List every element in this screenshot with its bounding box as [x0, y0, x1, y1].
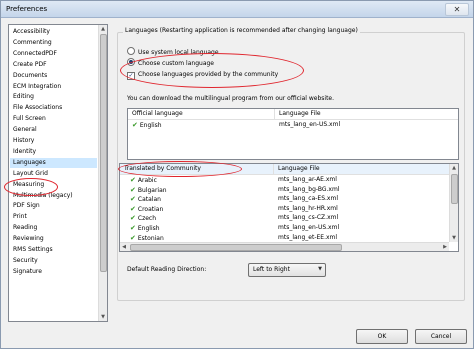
language-name: Arabic: [137, 177, 157, 184]
sidebar-item-general[interactable]: General: [13, 125, 37, 135]
sidebar-item-file-associations[interactable]: File Associations: [13, 103, 62, 113]
check-icon: ✔: [130, 185, 136, 194]
language-name: Estonian: [137, 234, 164, 242]
hscroll-thumb[interactable]: [130, 244, 342, 251]
language-cell: ✔ Bulgarian: [130, 185, 167, 195]
highlight-ellipse-custom-language: [120, 53, 304, 88]
chevron-down-icon[interactable]: ▼: [318, 266, 322, 272]
official-language-list[interactable]: Official language Language File ✔ English…: [127, 108, 459, 160]
window-title: Preferences: [6, 5, 48, 13]
col-official-language[interactable]: Official language: [132, 109, 183, 119]
check-icon: ✔: [130, 233, 136, 242]
sidebar-item-commenting[interactable]: Commenting: [13, 38, 52, 48]
check-icon: ✔: [130, 176, 136, 184]
official-list-header: Official language Language File: [128, 109, 458, 120]
column-divider: [274, 109, 275, 119]
sidebar-item-full-screen[interactable]: Full Screen: [13, 114, 46, 124]
scroll-up-icon[interactable]: ▲: [450, 164, 458, 172]
sidebar-item-languages[interactable]: Languages: [10, 157, 97, 168]
reading-direction-label: Default Reading Direction:: [127, 266, 207, 273]
reading-direction-dropdown[interactable]: Left to Right ▼: [248, 263, 326, 277]
sidebar-item-editing[interactable]: Editing: [13, 92, 34, 102]
scroll-down-icon[interactable]: ▼: [450, 234, 458, 242]
check-icon: ✔: [130, 224, 136, 232]
ok-button[interactable]: OK: [356, 329, 408, 344]
language-name: Croatian: [137, 205, 164, 213]
scroll-down-icon[interactable]: ▼: [99, 313, 107, 321]
language-name: English: [137, 225, 160, 232]
sidebar-item-reviewing[interactable]: Reviewing: [13, 234, 44, 244]
sidebar-item-create-pdf[interactable]: Create PDF: [13, 60, 47, 70]
language-cell: ✔ English: [132, 120, 162, 130]
sidebar-item-documents[interactable]: Documents: [13, 71, 47, 81]
column-divider: [273, 164, 274, 174]
language-file-cell: mts_lang_en-US.xml: [279, 121, 341, 128]
sidebar-item-signature[interactable]: Signature: [13, 267, 42, 277]
language-file-cell: mts_lang_en-US.xml: [278, 224, 340, 231]
title-bar: Preferences ✕: [1, 1, 473, 18]
language-cell: ✔ English: [130, 223, 160, 233]
community-language-row[interactable]: ✔ Croatian mts_lang_hr-HR.xml: [120, 204, 449, 214]
sidebar-item-ecm-integration[interactable]: ECM Integration: [13, 82, 61, 92]
check-icon: ✔: [130, 214, 136, 223]
sidebar-item-print[interactable]: Print: [13, 212, 27, 222]
preferences-window: Preferences ✕ Accessibility Commenting Con…: [0, 0, 474, 349]
sidebar-item-connectedpdf[interactable]: ConnectedPDF: [13, 49, 57, 59]
category-list[interactable]: Accessibility Commenting ConnectedPDF Creat…: [8, 24, 108, 322]
languages-group-label: Languages (Restarting application is rec…: [123, 27, 360, 34]
language-file-cell: mts_lang_bg-BG.xml: [278, 185, 340, 193]
scroll-right-icon[interactable]: ▶: [441, 243, 449, 251]
language-file-cell: mts_lang_ca-ES.xml: [278, 195, 338, 203]
community-language-row[interactable]: ✔ Catalan mts_lang_ca-ES.xml: [120, 194, 449, 204]
community-list-vscroll[interactable]: ▲ ▼: [449, 164, 458, 242]
language-file-cell: mts_lang_hr-HR.xml: [278, 204, 338, 212]
sidebar-item-identity[interactable]: Identity: [13, 147, 36, 157]
highlight-ellipse-community-header: [118, 161, 242, 177]
cancel-button[interactable]: Cancel: [415, 329, 467, 344]
sidebar-item-accessibility[interactable]: Accessibility: [13, 27, 50, 37]
close-button[interactable]: ✕: [445, 3, 469, 16]
language-name: English: [139, 122, 162, 129]
scroll-up-icon[interactable]: ▲: [99, 25, 107, 33]
radio-icon[interactable]: [127, 47, 135, 55]
scroll-thumb[interactable]: [100, 34, 107, 272]
official-language-row[interactable]: ✔ English mts_lang_en-US.xml: [128, 120, 458, 130]
sidebar-item-history[interactable]: History: [13, 136, 34, 146]
language-name: Bulgarian: [137, 186, 167, 194]
community-language-row[interactable]: ✔ Bulgarian mts_lang_bg-BG.xml: [120, 185, 449, 195]
sidebar-item-reading[interactable]: Reading: [13, 223, 37, 233]
col-language-file[interactable]: Language File: [278, 164, 320, 174]
language-cell: ✔ Arabic: [130, 175, 157, 185]
language-cell: ✔ Catalan: [130, 194, 161, 204]
community-language-row[interactable]: ✔ Czech mts_lang_cs-CZ.xml: [120, 213, 449, 223]
scroll-left-icon[interactable]: ◀: [120, 243, 128, 251]
community-list-hscroll[interactable]: ◀ ▶: [120, 242, 449, 251]
check-icon: ✔: [130, 195, 136, 204]
language-cell: ✔ Croatian: [130, 204, 163, 214]
reading-direction-value: Left to Right: [253, 266, 290, 273]
sidebar-item-security[interactable]: Security: [13, 256, 38, 266]
sidebar-item-pdf-sign[interactable]: PDF Sign: [13, 201, 40, 211]
language-name: Czech: [137, 215, 157, 223]
highlight-ellipse-languages-item: [4, 178, 58, 196]
language-file-cell: mts_lang_ar-AE.xml: [278, 176, 337, 183]
sidebar-scrollbar[interactable]: ▲ ▼: [98, 25, 107, 321]
sidebar-item-rms-settings[interactable]: RMS Settings: [13, 245, 53, 255]
community-language-row[interactable]: ✔ English mts_lang_en-US.xml: [120, 223, 449, 233]
check-icon: ✔: [132, 121, 138, 129]
scroll-thumb[interactable]: [451, 174, 458, 204]
language-cell: ✔ Czech: [130, 213, 156, 223]
download-info-text: You can download the multilingual progra…: [127, 95, 335, 102]
language-file-cell: mts_lang_cs-CZ.xml: [278, 214, 339, 222]
language-name: Catalan: [137, 196, 161, 204]
check-icon: ✔: [130, 204, 136, 213]
col-language-file[interactable]: Language File: [279, 109, 321, 119]
